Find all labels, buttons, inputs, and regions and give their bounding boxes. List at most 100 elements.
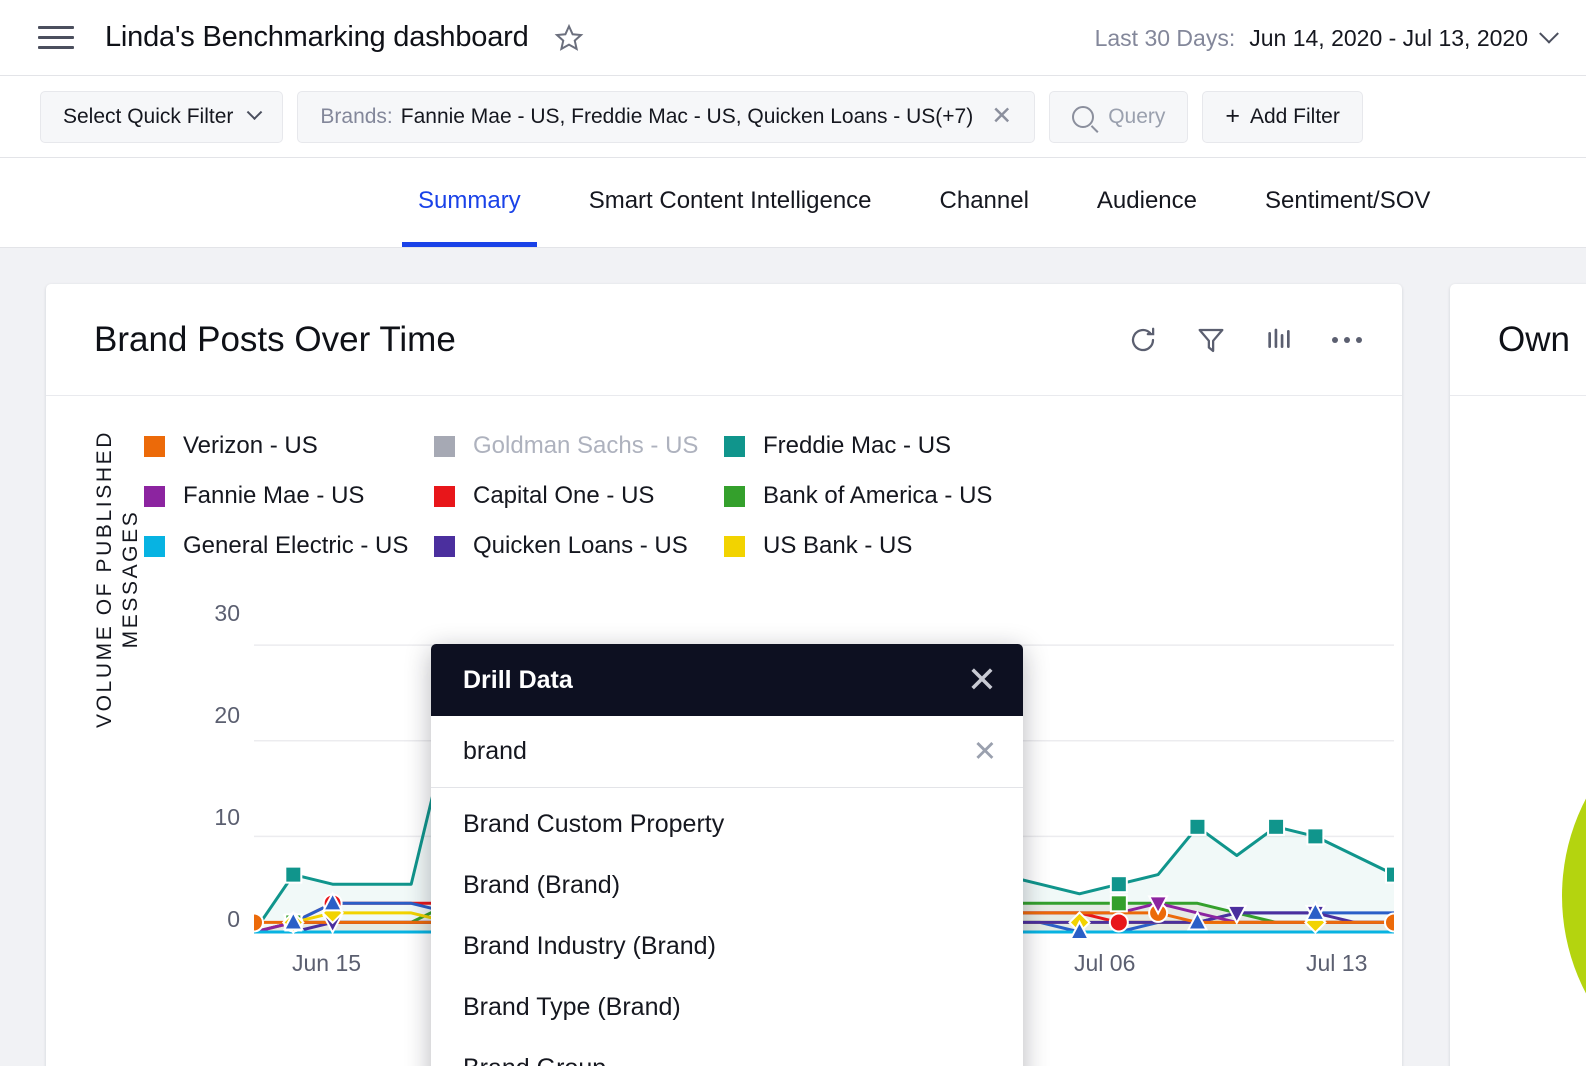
star-icon[interactable] (554, 23, 584, 53)
drill-option-label: Brand Custom Property (463, 810, 725, 838)
legend-swatch (434, 435, 455, 457)
drill-option-brand-custom-property[interactable]: Brand Custom Property (431, 794, 1023, 855)
legend-item-general-electric[interactable]: General Electric - US (144, 532, 434, 560)
drill-option-label: Brand (Brand) (463, 871, 621, 899)
legend-item-us-bank[interactable]: US Bank - US (724, 532, 1014, 560)
clear-icon[interactable]: ✕ (973, 734, 997, 769)
legend-swatch (144, 485, 165, 507)
filter-icon[interactable] (1194, 323, 1228, 357)
search-placeholder: Query (1108, 104, 1166, 128)
quick-filter-label: Select Quick Filter (63, 104, 234, 128)
dot (1356, 336, 1362, 343)
tab-summary[interactable]: Summary (384, 158, 555, 247)
date-range-value: Jun 14, 2020 - Jul 13, 2020 (1249, 24, 1528, 51)
dot (1332, 336, 1338, 343)
y-tick: 0 (227, 906, 240, 932)
y-tick: 20 (214, 702, 240, 728)
tab-channel[interactable]: Channel (906, 158, 1063, 247)
tab-bar: Summary Smart Content Intelligence Chann… (0, 158, 1586, 248)
drill-option-label: Brand Industry (Brand) (463, 932, 716, 960)
card-title: Brand Posts Over Time (94, 319, 456, 359)
legend-label: Goldman Sachs - US (473, 432, 699, 459)
drill-option-list: Brand Custom Property Brand (Brand) Bran… (431, 788, 1023, 1066)
dashboard-canvas: Own Brand Posts Over Time Verizon - US G… (0, 248, 1586, 1066)
bar-chart-icon[interactable] (1262, 323, 1296, 357)
y-axis-label: VOLUME OF PUBLISHED MESSAGES (93, 430, 143, 728)
legend-item-capital-one[interactable]: Capital One - US (434, 482, 724, 510)
search-icon (1072, 105, 1095, 128)
legend-swatch (434, 535, 455, 557)
chevron-down-icon (247, 104, 263, 121)
close-icon[interactable]: ✕ (991, 104, 1012, 129)
legend-swatch (434, 485, 455, 507)
dot (1344, 336, 1350, 343)
close-icon[interactable]: ✕ (967, 662, 997, 698)
legend-swatch (724, 535, 745, 557)
legend-item-goldman-sachs[interactable]: Goldman Sachs - US (434, 432, 724, 460)
legend-item-freddie-mac[interactable]: Freddie Mac - US (724, 432, 1014, 460)
owned-card-title: Own (1498, 319, 1570, 359)
tab-audience[interactable]: Audience (1063, 158, 1231, 247)
brands-filter-value: Fannie Mae - US, Freddie Mac - US, Quick… (400, 104, 974, 128)
drill-search-input[interactable]: brand ✕ (431, 716, 1023, 788)
y-tick: 30 (214, 600, 240, 626)
legend-label: General Electric - US (183, 532, 409, 559)
add-filter-button[interactable]: + Add Filter (1202, 90, 1363, 143)
hamburger-line (38, 26, 74, 29)
drill-data-header: Drill Data ✕ (431, 644, 1023, 716)
date-range-selector[interactable]: Last 30 Days: Jun 14, 2020 - Jul 13, 202… (1094, 0, 1559, 76)
x-tick: Jul 13 (1306, 950, 1368, 976)
legend-label: Bank of America - US (763, 482, 993, 509)
refresh-icon[interactable] (1126, 323, 1160, 357)
plus-icon: + (1225, 102, 1240, 130)
date-range-label: Last 30 Days: (1094, 24, 1236, 51)
owned-posts-card: Own (1450, 284, 1586, 1066)
hamburger-line (38, 36, 74, 39)
legend-swatch (144, 435, 165, 457)
legend-item-quicken-loans[interactable]: Quicken Loans - US (434, 532, 724, 560)
brands-filter-chip[interactable]: Brands: Fannie Mae - US, Freddie Mac - U… (297, 90, 1036, 143)
drill-option-brand-group[interactable]: Brand Group (431, 1038, 1023, 1066)
y-tick: 10 (214, 804, 240, 830)
top-bar: Linda's Benchmarking dashboard Last 30 D… (0, 0, 1586, 76)
chart-legend: Verizon - US Goldman Sachs - US Freddie … (92, 432, 1402, 560)
donut-slice-lime (1562, 686, 1586, 1066)
drill-search-value: brand (463, 737, 527, 765)
legend-swatch (724, 485, 745, 507)
legend-item-bank-of-america[interactable]: Bank of America - US (724, 482, 1014, 510)
dashboard-root: Linda's Benchmarking dashboard Last 30 D… (0, 0, 1586, 1066)
legend-swatch (144, 535, 165, 557)
legend-item-verizon[interactable]: Verizon - US (144, 432, 434, 460)
quick-filter-dropdown[interactable]: Select Quick Filter (40, 90, 284, 143)
legend-item-fannie-mae[interactable]: Fannie Mae - US (144, 482, 434, 510)
drill-option-brand-industry[interactable]: Brand Industry (Brand) (431, 916, 1023, 977)
owned-card-header: Own (1450, 284, 1586, 396)
legend-label: Capital One - US (473, 482, 655, 509)
legend-label: Freddie Mac - US (763, 432, 952, 459)
legend-label: Quicken Loans - US (473, 532, 688, 559)
legend-label: Fannie Mae - US (183, 482, 365, 509)
card-toolbar (1126, 323, 1364, 357)
search-input[interactable]: Query (1049, 90, 1189, 143)
drill-option-brand-type[interactable]: Brand Type (Brand) (431, 977, 1023, 1038)
x-tick: Jul 06 (1074, 950, 1136, 976)
tab-smart-content-intelligence[interactable]: Smart Content Intelligence (555, 158, 906, 247)
chevron-down-icon (1539, 23, 1559, 44)
x-tick: Jun 15 (292, 950, 362, 976)
legend-label: US Bank - US (763, 532, 913, 559)
brands-filter-label: Brands: (320, 104, 393, 128)
hamburger-icon[interactable] (38, 23, 74, 53)
brand-posts-card-header: Brand Posts Over Time (46, 284, 1402, 396)
legend-label: Verizon - US (183, 432, 318, 459)
modal-title: Drill Data (463, 665, 573, 694)
drill-option-label: Brand Group (463, 1054, 606, 1066)
add-filter-label: Add Filter (1249, 104, 1340, 128)
drill-option-brand[interactable]: Brand (Brand) (431, 855, 1023, 916)
drill-option-label: Brand Type (Brand) (463, 993, 681, 1021)
hamburger-line (38, 46, 74, 49)
more-icon[interactable] (1330, 323, 1364, 357)
drill-data-modal: Drill Data ✕ brand ✕ Brand Custom Proper… (431, 644, 1023, 1066)
tab-sentiment-sov[interactable]: Sentiment/SOV (1231, 158, 1464, 247)
donut-chart (1450, 396, 1586, 1066)
legend-swatch (724, 435, 745, 457)
